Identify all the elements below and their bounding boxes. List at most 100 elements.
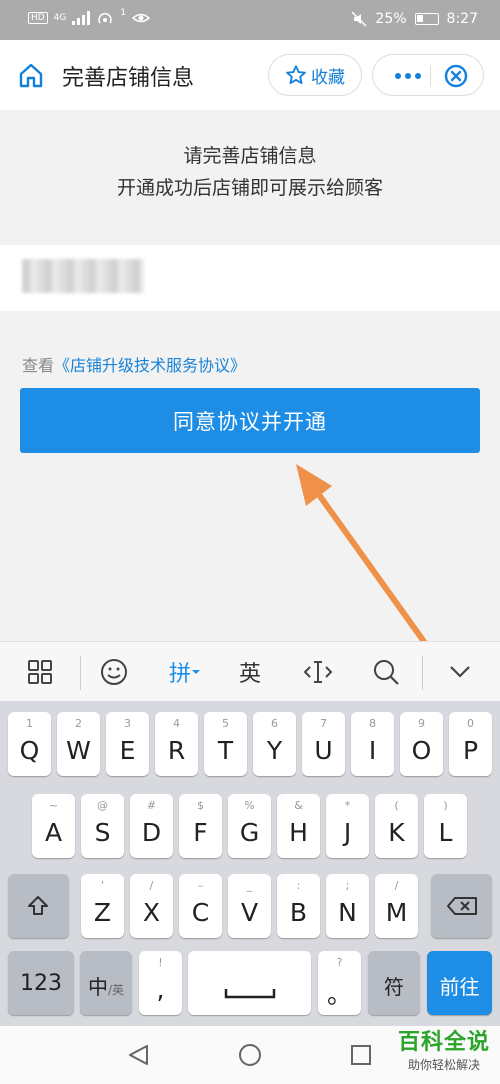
key-sub-label: ~ <box>48 799 59 812</box>
agreement-prefix: 查看 <box>22 356 55 375</box>
key-a[interactable]: ~ A <box>32 794 75 858</box>
key-g[interactable]: % G <box>228 794 271 858</box>
key-v[interactable]: _ V <box>228 874 271 938</box>
app-header: 完善店铺信息 收藏 <box>0 40 500 110</box>
capsule-divider <box>430 65 431 87</box>
key-sub-label: 7 <box>320 717 327 730</box>
key-s[interactable]: @ S <box>81 794 124 858</box>
key-y[interactable]: 6Y <box>253 712 296 776</box>
shift-key[interactable] <box>8 874 69 938</box>
key-sub-label: ) <box>443 799 448 812</box>
language-switch-key[interactable]: 中/英 <box>80 951 132 1015</box>
key-f[interactable]: $ F <box>179 794 222 858</box>
key-p[interactable]: 0P <box>449 712 492 776</box>
star-icon <box>286 65 306 84</box>
key-sub-label: 4 <box>173 717 180 730</box>
close-icon[interactable] <box>443 63 469 89</box>
number-mode-key[interactable]: 123 <box>8 951 74 1015</box>
agreement-link[interactable]: 《店铺升级技术服务协议》 <box>54 356 246 375</box>
status-bar: HD 4G 1 25% 8:27 <box>0 0 500 40</box>
key-sub-label: _ <box>246 879 253 892</box>
key-main-label: Q <box>19 736 40 765</box>
key-main-label: Z <box>93 898 112 927</box>
key-r[interactable]: 4R <box>155 712 198 776</box>
key-sub-label: 0 <box>467 717 474 730</box>
cursor-icon[interactable] <box>296 642 340 702</box>
enter-go-key[interactable]: 前往 <box>427 951 492 1015</box>
lang-sub-label: /英 <box>107 983 125 997</box>
recents-nav-icon[interactable] <box>350 1044 372 1066</box>
grid-icon[interactable] <box>18 642 62 702</box>
clock: 8:27 <box>446 11 478 27</box>
hotspot-icon <box>98 13 113 24</box>
key-n[interactable]: ; N <box>326 874 369 938</box>
key-main-label: U <box>314 736 333 765</box>
key-q[interactable]: 1Q <box>8 712 51 776</box>
key-b[interactable]: :B <box>277 874 320 938</box>
period-key-sub: ? <box>336 956 343 969</box>
key-i[interactable]: 8I <box>351 712 394 776</box>
key-k[interactable]: (K <box>375 794 418 858</box>
key-sub-label: ; <box>345 879 350 892</box>
key-c[interactable]: – C <box>179 874 222 938</box>
enter-key-label: 前往 <box>439 975 480 999</box>
key-sub-label: * <box>344 799 351 812</box>
notification-count: 1 <box>120 8 127 18</box>
keyboard-toolbar: 拼 英 <box>0 641 500 701</box>
period-key[interactable]: ? 。 <box>318 951 361 1015</box>
key-sub-label: 8 <box>369 717 376 730</box>
symbol-key-label: 符 <box>384 975 404 999</box>
lang-main-label: 中 <box>87 975 108 999</box>
more-icon[interactable] <box>393 67 423 85</box>
intro-text: 请完善店铺信息 开通成功后店铺即可展示给顾客 <box>0 140 500 204</box>
status-right: 25% 8:27 <box>351 11 478 27</box>
search-icon[interactable] <box>364 642 408 702</box>
key-z[interactable]: ' Z <box>81 874 124 938</box>
comma-key[interactable]: ! , <box>139 951 182 1015</box>
pinyin-mode[interactable]: 拼 <box>158 642 212 702</box>
key-e[interactable]: 3E <box>106 712 149 776</box>
key-main-label: B <box>289 898 308 927</box>
english-mode[interactable]: 英 <box>228 642 272 702</box>
key-main-label: G <box>239 818 260 847</box>
symbol-key[interactable]: 符 <box>368 951 420 1015</box>
key-sub-label: ( <box>394 799 399 812</box>
key-t[interactable]: 5T <box>204 712 247 776</box>
collapse-keyboard-icon[interactable] <box>438 642 482 702</box>
key-main-label: O <box>411 736 432 765</box>
key-x[interactable]: / X <box>130 874 173 938</box>
agree-and-open-button[interactable]: 同意协议并开通 <box>20 388 480 453</box>
key-main-label: A <box>44 818 63 847</box>
backspace-key[interactable] <box>431 874 492 938</box>
space-key[interactable] <box>188 951 311 1015</box>
key-d[interactable]: # D <box>130 794 173 858</box>
key-u[interactable]: 7U <box>302 712 345 776</box>
home-nav-icon[interactable] <box>238 1043 262 1067</box>
battery-icon <box>414 13 439 25</box>
key-m[interactable]: / M <box>375 874 418 938</box>
back-nav-icon[interactable] <box>127 1044 151 1066</box>
pinyin-label: 拼 <box>168 662 191 687</box>
shift-icon <box>28 896 48 915</box>
key-l[interactable]: ) L <box>424 794 467 858</box>
key-sub-label: – <box>197 879 204 892</box>
key-j[interactable]: * J <box>326 794 369 858</box>
emoji-icon[interactable] <box>92 642 136 702</box>
key-o[interactable]: 9O <box>400 712 443 776</box>
home-icon[interactable] <box>16 60 46 90</box>
toolbar-divider <box>80 656 81 690</box>
key-w[interactable]: 2W <box>57 712 100 776</box>
key-sub-label: / <box>149 879 154 892</box>
mini-program-capsule <box>372 54 484 96</box>
key-main-label: V <box>240 898 259 927</box>
page-title: 完善店铺信息 <box>62 66 195 91</box>
key-main-label: M <box>385 898 408 927</box>
key-main-label: F <box>193 818 208 847</box>
key-h[interactable]: & H <box>277 794 320 858</box>
favorite-label: 收藏 <box>311 67 345 88</box>
store-name-field[interactable] <box>0 245 500 311</box>
key-sub-label: 2 <box>75 717 82 730</box>
watermark-title: 百科全说 <box>397 1030 490 1055</box>
intro-line-1: 请完善店铺信息 <box>183 145 317 167</box>
favorite-button[interactable]: 收藏 <box>268 54 362 96</box>
